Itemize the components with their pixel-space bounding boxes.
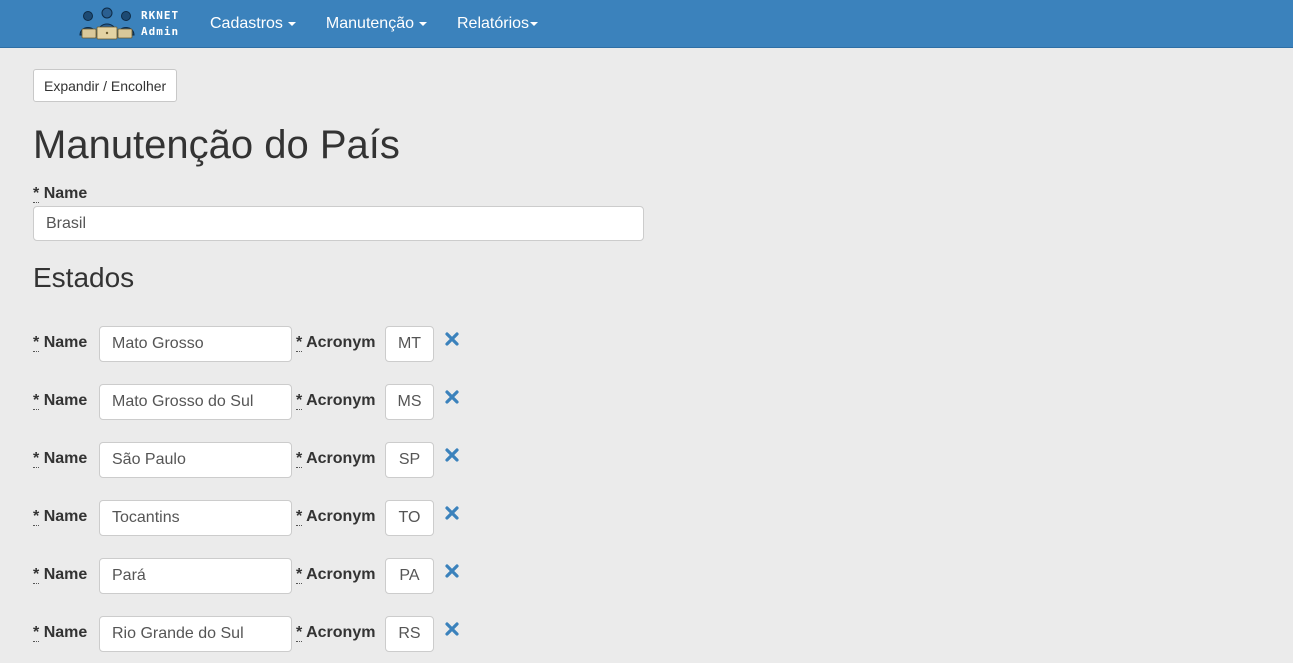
state-name-input[interactable]	[99, 616, 292, 652]
state-acronym-input[interactable]	[385, 558, 434, 594]
brand-subtitle: Admin	[141, 25, 180, 38]
state-name-label: * Name	[33, 450, 87, 468]
chevron-down-icon	[287, 22, 296, 26]
close-icon[interactable]	[444, 389, 460, 405]
state-row: * Name * Acronym	[0, 326, 700, 362]
required-marker: *	[296, 334, 303, 352]
required-marker: *	[33, 334, 40, 352]
state-acronym-input[interactable]	[385, 616, 434, 652]
state-name-input[interactable]	[99, 442, 292, 478]
state-name-label: * Name	[33, 566, 87, 584]
state-name-label-text: Name	[43, 624, 88, 641]
state-name-input[interactable]	[99, 384, 292, 420]
state-row: * Name * Acronym	[0, 384, 700, 420]
state-name-label-text: Name	[43, 334, 88, 351]
state-acronym-label-text: Acronym	[306, 508, 376, 525]
state-name-input[interactable]	[99, 558, 292, 594]
required-marker: *	[296, 566, 303, 584]
chevron-down-icon	[418, 22, 427, 26]
state-acronym-label: * Acronym	[296, 508, 375, 526]
required-marker: *	[33, 508, 40, 526]
state-row: * Name * Acronym	[0, 500, 700, 536]
state-name-label: * Name	[33, 624, 87, 642]
menu-relatorios[interactable]: Relatórios	[456, 15, 539, 33]
state-name-label-text: Name	[43, 392, 88, 409]
required-marker: *	[33, 566, 40, 584]
state-row: * Name * Acronym	[0, 616, 700, 652]
menu-manutencao[interactable]: Manutenção	[326, 15, 427, 33]
brand-link[interactable]: RKNET Admin	[78, 4, 179, 44]
chevron-down-icon	[530, 22, 539, 26]
main-menu: Cadastros Manutenção Relatórios	[210, 0, 568, 48]
state-acronym-label-text: Acronym	[306, 392, 376, 409]
state-row: * Name * Acronym	[0, 558, 700, 594]
menu-cadastros[interactable]: Cadastros	[210, 15, 296, 33]
top-navbar: RKNET Admin Cadastros Manutenção Relatór…	[0, 0, 1293, 48]
required-marker: *	[296, 624, 303, 642]
close-icon[interactable]	[444, 505, 460, 521]
required-marker: *	[33, 450, 40, 468]
state-name-input[interactable]	[99, 326, 292, 362]
required-marker: *	[33, 185, 40, 203]
required-marker: *	[296, 450, 303, 468]
state-acronym-input[interactable]	[385, 500, 434, 536]
country-name-label: * Name	[33, 185, 87, 203]
close-icon[interactable]	[444, 331, 460, 347]
state-acronym-label: * Acronym	[296, 624, 375, 642]
state-acronym-label: * Acronym	[296, 450, 375, 468]
close-icon[interactable]	[444, 621, 460, 637]
team-logo-icon	[79, 7, 135, 40]
required-marker: *	[296, 392, 303, 410]
required-marker: *	[33, 392, 40, 410]
state-acronym-label: * Acronym	[296, 392, 375, 410]
state-name-label: * Name	[33, 392, 87, 410]
required-marker: *	[296, 508, 303, 526]
state-acronym-label-text: Acronym	[306, 334, 376, 351]
close-icon[interactable]	[444, 563, 460, 579]
state-name-input[interactable]	[99, 500, 292, 536]
expand-collapse-button[interactable]: Expandir / Encolher	[33, 69, 178, 102]
country-name-label-text: Name	[43, 185, 88, 202]
state-acronym-label: * Acronym	[296, 334, 375, 352]
state-name-label-text: Name	[43, 450, 88, 467]
state-acronym-input[interactable]	[385, 384, 434, 420]
state-acronym-input[interactable]	[385, 442, 434, 478]
state-acronym-label-text: Acronym	[306, 566, 376, 583]
close-icon[interactable]	[444, 447, 460, 463]
state-name-label-text: Name	[43, 508, 88, 525]
required-marker: *	[33, 624, 40, 642]
state-name-label-text: Name	[43, 566, 88, 583]
state-acronym-input[interactable]	[385, 326, 434, 362]
state-acronym-label-text: Acronym	[306, 624, 376, 641]
state-row: * Name * Acronym	[0, 442, 700, 478]
page-title: Manutenção do País	[33, 123, 400, 167]
country-name-input[interactable]	[33, 206, 644, 241]
menu-relatorios-label: Relatórios	[456, 15, 530, 32]
states-section-title: Estados	[33, 262, 135, 293]
state-acronym-label-text: Acronym	[306, 450, 376, 467]
menu-cadastros-label: Cadastros	[210, 15, 283, 32]
state-name-label: * Name	[33, 334, 87, 352]
brand-name: RKNET	[141, 9, 180, 22]
state-name-label: * Name	[33, 508, 87, 526]
menu-manutencao-label: Manutenção	[325, 15, 414, 32]
state-acronym-label: * Acronym	[296, 566, 375, 584]
